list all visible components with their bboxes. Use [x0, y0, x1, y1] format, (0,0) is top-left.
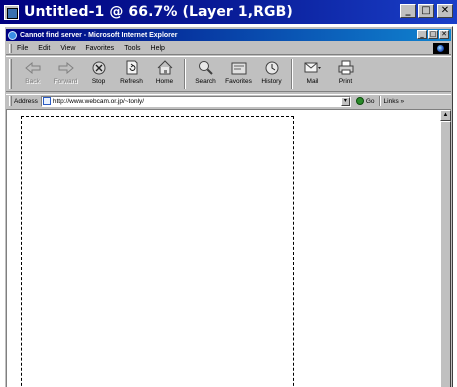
back-button[interactable]: Back	[16, 57, 49, 91]
browser-close-button[interactable]: ✕	[439, 30, 449, 39]
address-input[interactable]: http://www.webcam.or.jp/~tonly/ ▾	[40, 95, 351, 107]
frame-marquee	[21, 116, 294, 387]
favorites-button[interactable]: Favorites	[222, 57, 255, 91]
history-icon	[263, 59, 281, 76]
vertical-scrollbar[interactable]: ▲	[440, 110, 451, 387]
windows-logo-throbber-icon	[433, 43, 449, 54]
menu-help[interactable]: Help	[146, 45, 170, 52]
refresh-label: Refresh	[120, 78, 143, 85]
menu-bar: File Edit View Favorites Tools Help	[6, 43, 451, 55]
toolbar-separator	[291, 59, 293, 89]
forward-arrow-icon	[57, 59, 75, 76]
menu-favorites[interactable]: Favorites	[80, 45, 119, 52]
document-title: Untitled-1 @ 66.7% (Layer 1,RGB)	[24, 4, 293, 20]
document-title-bar[interactable]: Untitled-1 @ 66.7% (Layer 1,RGB) _ □ ✕	[0, 0, 457, 24]
address-bar-grip[interactable]	[9, 96, 12, 106]
history-button[interactable]: History	[255, 57, 288, 91]
scroll-thumb[interactable]	[440, 121, 451, 387]
links-separator	[378, 96, 381, 106]
address-bar: Address http://www.webcam.or.jp/~tonly/ …	[6, 94, 451, 107]
mail-icon	[304, 59, 322, 76]
go-arrow-icon	[355, 97, 364, 105]
toolbar-separator	[184, 59, 186, 89]
mail-label: Mail	[306, 78, 319, 85]
address-url: http://www.webcam.or.jp/~tonly/	[52, 97, 145, 105]
browser-maximize-button[interactable]: □	[428, 30, 438, 39]
photoshop-document-window: Untitled-1 @ 66.7% (Layer 1,RGB) _ □ ✕ C…	[0, 0, 457, 387]
address-label: Address	[14, 97, 38, 105]
links-button[interactable]: Links »	[384, 98, 405, 105]
standard-toolbar: Back Forward Stop Refresh Home Search Fa…	[6, 56, 451, 92]
close-button[interactable]: ✕	[437, 4, 453, 18]
scroll-up-button[interactable]: ▲	[440, 110, 451, 121]
print-icon	[337, 59, 355, 76]
search-label: Search	[195, 78, 216, 85]
menu-edit[interactable]: Edit	[33, 45, 55, 52]
page-content[interactable]: ▲	[6, 109, 451, 387]
go-label: Go	[365, 97, 375, 105]
home-icon	[156, 59, 174, 76]
print-label: Print	[338, 78, 353, 85]
browser-title: Cannot find server - Microsoft Internet …	[20, 31, 178, 39]
maximize-button[interactable]: □	[418, 4, 434, 18]
back-arrow-icon	[24, 59, 42, 76]
browser-minimize-button[interactable]: _	[417, 30, 427, 39]
search-icon	[197, 59, 215, 76]
browser-title-bar[interactable]: Cannot find server - Microsoft Internet …	[6, 29, 451, 41]
favorites-icon	[230, 59, 248, 76]
home-button[interactable]: Home	[148, 57, 181, 91]
print-button[interactable]: Print	[329, 57, 362, 91]
menu-file[interactable]: File	[12, 45, 33, 52]
page-icon	[42, 97, 51, 105]
search-button[interactable]: Search	[189, 57, 222, 91]
browser-window-controls: _ □ ✕	[416, 30, 449, 39]
favorites-label: Favorites	[225, 78, 252, 85]
address-dropdown-button[interactable]: ▾	[340, 96, 350, 106]
stop-icon	[90, 59, 108, 76]
forward-label: Forward	[53, 78, 78, 85]
stop-button[interactable]: Stop	[82, 57, 115, 91]
internet-explorer-icon	[8, 30, 17, 40]
go-button[interactable]: Go	[355, 97, 375, 105]
stop-label: Stop	[91, 78, 106, 85]
minimize-button[interactable]: _	[400, 4, 416, 18]
home-label: Home	[155, 78, 174, 85]
forward-button[interactable]: Forward	[49, 57, 82, 91]
history-label: History	[261, 78, 282, 85]
document-window-controls: _ □ ✕	[398, 4, 453, 18]
refresh-icon	[123, 59, 141, 76]
refresh-button[interactable]: Refresh	[115, 57, 148, 91]
menu-view[interactable]: View	[55, 45, 80, 52]
photoshop-document-icon	[4, 4, 19, 20]
browser-window: Cannot find server - Microsoft Internet …	[4, 26, 453, 387]
mail-button[interactable]: Mail	[296, 57, 329, 91]
back-label: Back	[25, 78, 40, 85]
toolbar-grip[interactable]	[9, 59, 12, 89]
menu-tools[interactable]: Tools	[119, 45, 145, 52]
